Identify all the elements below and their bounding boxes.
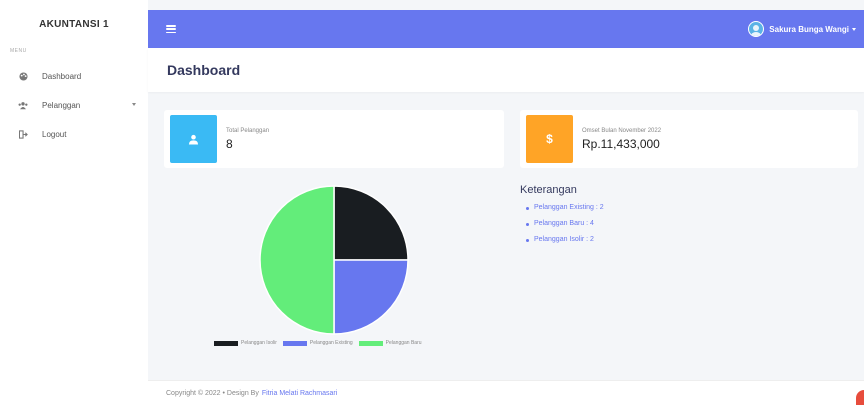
users-icon: [18, 101, 28, 111]
menu-header: MENU: [10, 48, 27, 54]
user-icon: [188, 134, 199, 145]
pie-slice-pelanggan-isolir[interactable]: [333, 185, 409, 261]
stat-card-icon-box: [170, 115, 217, 163]
sidebar-item-label: Dashboard: [42, 72, 82, 81]
avatar: [748, 21, 765, 37]
footer-author-link[interactable]: Fitria Melati Rachmasari: [262, 390, 337, 397]
logout-icon: [18, 130, 28, 140]
footer-text: Copyright © 2022 • Design By: [166, 389, 259, 397]
legend-item[interactable]: Pelanggan Existing: [282, 340, 353, 346]
sidebar-item-label: Logout: [42, 130, 67, 139]
legend-swatch: [214, 340, 238, 346]
stat-card-label: Total Pelanggan: [226, 127, 270, 134]
user-name: Sakura Bunga Wangi: [769, 24, 849, 34]
sidebar: AKUNTANSI 1 MENU Dashboard Pelanggan Log…: [0, 0, 148, 405]
palette-icon: [18, 72, 28, 82]
sidebar-item-logout[interactable]: Logout: [0, 120, 148, 149]
page-header: Dashboard: [148, 48, 864, 92]
page-title: Dashboard: [167, 62, 241, 78]
stat-card-value: 8: [226, 136, 233, 151]
legend-item[interactable]: Pelanggan Isolir: [214, 340, 277, 346]
topbar: Sakura Bunga Wangi: [148, 10, 864, 48]
keterangan-section: Keterangan Pelanggan Existing : 2 Pelang…: [520, 184, 604, 252]
sidebar-item-pelanggan[interactable]: Pelanggan: [0, 91, 148, 120]
legend-label: Pelanggan Existing: [309, 340, 353, 346]
list-item: Pelanggan Baru : 4: [526, 220, 604, 236]
chevron-down-icon: [852, 27, 856, 31]
chevron-down-icon: [132, 103, 136, 106]
chart-legend: Pelanggan Isolir Pelanggan Existing Pelang…: [214, 340, 428, 346]
legend-label: Pelanggan Baru: [385, 340, 422, 346]
footer: Copyright © 2022 • Design By Fitria Mela…: [148, 380, 864, 405]
pie-slice-pelanggan-baru[interactable]: [259, 185, 335, 335]
sidebar-item-label: Pelanggan: [42, 101, 81, 110]
stat-card-label: Omset Bulan November 2022: [582, 127, 662, 134]
stat-card-pelanggan: Total Pelanggan 8: [164, 110, 504, 168]
hamburger-icon[interactable]: [166, 24, 176, 34]
scroll-top-button[interactable]: [856, 390, 864, 405]
legend-swatch: [358, 340, 383, 346]
list-item: Pelanggan Isolir : 2: [526, 236, 604, 252]
keterangan-title: Keterangan: [520, 184, 577, 196]
brand-title[interactable]: AKUNTANSI 1: [0, 0, 148, 48]
keterangan-list: Pelanggan Existing : 2 Pelanggan Baru : …: [520, 204, 604, 252]
user-dropdown[interactable]: Sakura Bunga Wangi: [748, 21, 856, 37]
dollar-icon: $: [546, 132, 553, 146]
stat-card-value: Rp.11,433,000: [582, 136, 660, 151]
pie-chart: [259, 185, 409, 335]
sidebar-item-dashboard[interactable]: Dashboard: [0, 62, 148, 91]
pie-slice-pelanggan-existing[interactable]: [333, 259, 409, 335]
stat-card-omset: $ Omset Bulan November 2022 Rp.11,433,00…: [520, 110, 858, 168]
list-item: Pelanggan Existing : 2: [526, 204, 604, 220]
stat-card-icon-box: $: [526, 115, 573, 163]
legend-item[interactable]: Pelanggan Baru: [358, 340, 422, 346]
legend-swatch: [282, 340, 307, 346]
legend-label: Pelanggan Isolir: [241, 340, 277, 346]
